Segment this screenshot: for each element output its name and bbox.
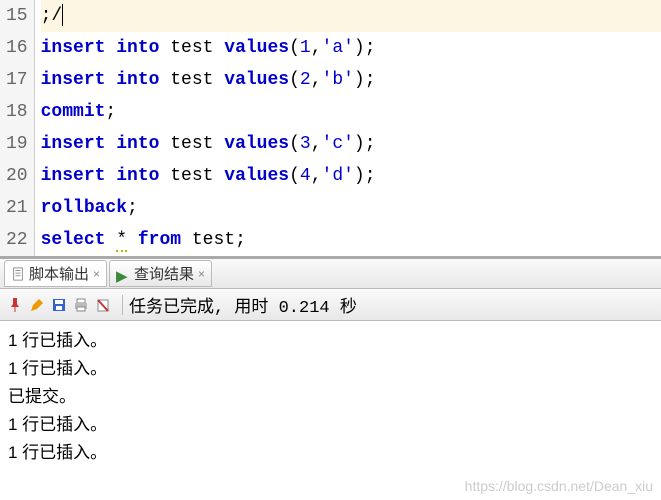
punct: ); [354,166,376,186]
punct: ( [289,134,300,154]
code-line[interactable]: insert into test values(4,'d'); [41,160,661,192]
keyword: values [224,70,289,90]
code-line[interactable]: ;/ [41,0,661,32]
keyword: into [116,134,159,154]
punct: ( [289,70,300,90]
code-line[interactable]: rollback; [41,192,661,224]
identifier: test [159,166,224,186]
string: 'a' [322,38,354,58]
code-area[interactable]: ;/ insert into test values(1,'a'); inser… [35,0,661,256]
keyword: insert [41,70,106,90]
keyword: values [224,166,289,186]
punct: , [311,38,322,58]
tab-bar: 脚本输出 × ▶ 查询结果 × [0,259,661,289]
tab-script-output[interactable]: 脚本输出 × [4,260,107,287]
keyword: rollback [41,198,127,218]
code-line[interactable]: insert into test values(2,'b'); [41,64,661,96]
keyword: into [116,166,159,186]
keyword: from [138,230,181,250]
line-number: 22 [6,224,28,256]
text-cursor [62,4,63,26]
keyword: values [224,38,289,58]
keyword: select [41,230,106,250]
keyword: commit [41,102,106,122]
keyword: insert [41,166,106,186]
number: 3 [300,134,311,154]
punct: , [311,134,322,154]
keyword: insert [41,38,106,58]
clear-icon[interactable] [94,296,112,314]
code-editor[interactable]: 15 16 17 18 19 20 21 22 ;/ insert into t… [0,0,661,256]
line-gutter: 15 16 17 18 19 20 21 22 [0,0,35,256]
status-text: 任务已完成, 用时 0.214 秒 [129,292,357,318]
punct: , [311,166,322,186]
output-line: 1 行已插入。 [8,439,653,467]
line-number: 17 [6,64,28,96]
output-line: 1 行已插入。 [8,411,653,439]
output-line: 1 行已插入。 [8,355,653,383]
code-text: ;/ [41,6,63,26]
tab-label: 脚本输出 [29,263,89,284]
punct: ); [354,70,376,90]
separator [122,295,123,315]
tab-label: 查询结果 [134,263,194,284]
punct: ( [289,166,300,186]
keyword: into [116,70,159,90]
identifier: test [159,38,224,58]
number: 4 [300,166,311,186]
pin-icon[interactable] [6,296,24,314]
document-icon [11,267,25,281]
star: * [116,230,127,252]
code-line[interactable]: commit; [41,96,661,128]
code-line[interactable]: insert into test values(3,'c'); [41,128,661,160]
close-icon[interactable]: × [93,267,100,281]
keyword: into [116,38,159,58]
line-number: 19 [6,128,28,160]
identifier: test [181,230,235,250]
number: 1 [300,38,311,58]
output-line: 1 行已插入。 [8,327,653,355]
line-number: 18 [6,96,28,128]
string: 'c' [322,134,354,154]
watermark: https://blog.csdn.net/Dean_xiu [465,478,653,494]
line-number: 16 [6,32,28,64]
punct: ; [235,230,246,250]
pencil-icon[interactable] [28,296,46,314]
keyword: values [224,134,289,154]
output-text[interactable]: 1 行已插入。 1 行已插入。 已提交。 1 行已插入。 1 行已插入。 [0,321,661,473]
line-number: 15 [6,0,28,32]
print-icon[interactable] [72,296,90,314]
punct: ( [289,38,300,58]
line-number: 20 [6,160,28,192]
string: 'b' [322,70,354,90]
output-line: 已提交。 [8,383,653,411]
close-icon[interactable]: × [198,267,205,281]
line-number: 21 [6,192,28,224]
output-toolbar: 任务已完成, 用时 0.214 秒 [0,289,661,321]
save-icon[interactable] [50,296,68,314]
tab-query-result[interactable]: ▶ 查询结果 × [109,260,212,287]
string: 'd' [322,166,354,186]
keyword: insert [41,134,106,154]
play-icon: ▶ [116,267,130,281]
number: 2 [300,70,311,90]
code-line[interactable]: select * from test; [41,224,661,256]
punct: ; [127,198,138,218]
output-panel: 脚本输出 × ▶ 查询结果 × 任务已完成, 用时 0.214 秒 1 行已插入… [0,256,661,473]
punct: ); [354,134,376,154]
punct: ); [354,38,376,58]
code-line[interactable]: insert into test values(1,'a'); [41,32,661,64]
punct: , [311,70,322,90]
identifier: test [159,70,224,90]
punct: ; [105,102,116,122]
identifier: test [159,134,224,154]
